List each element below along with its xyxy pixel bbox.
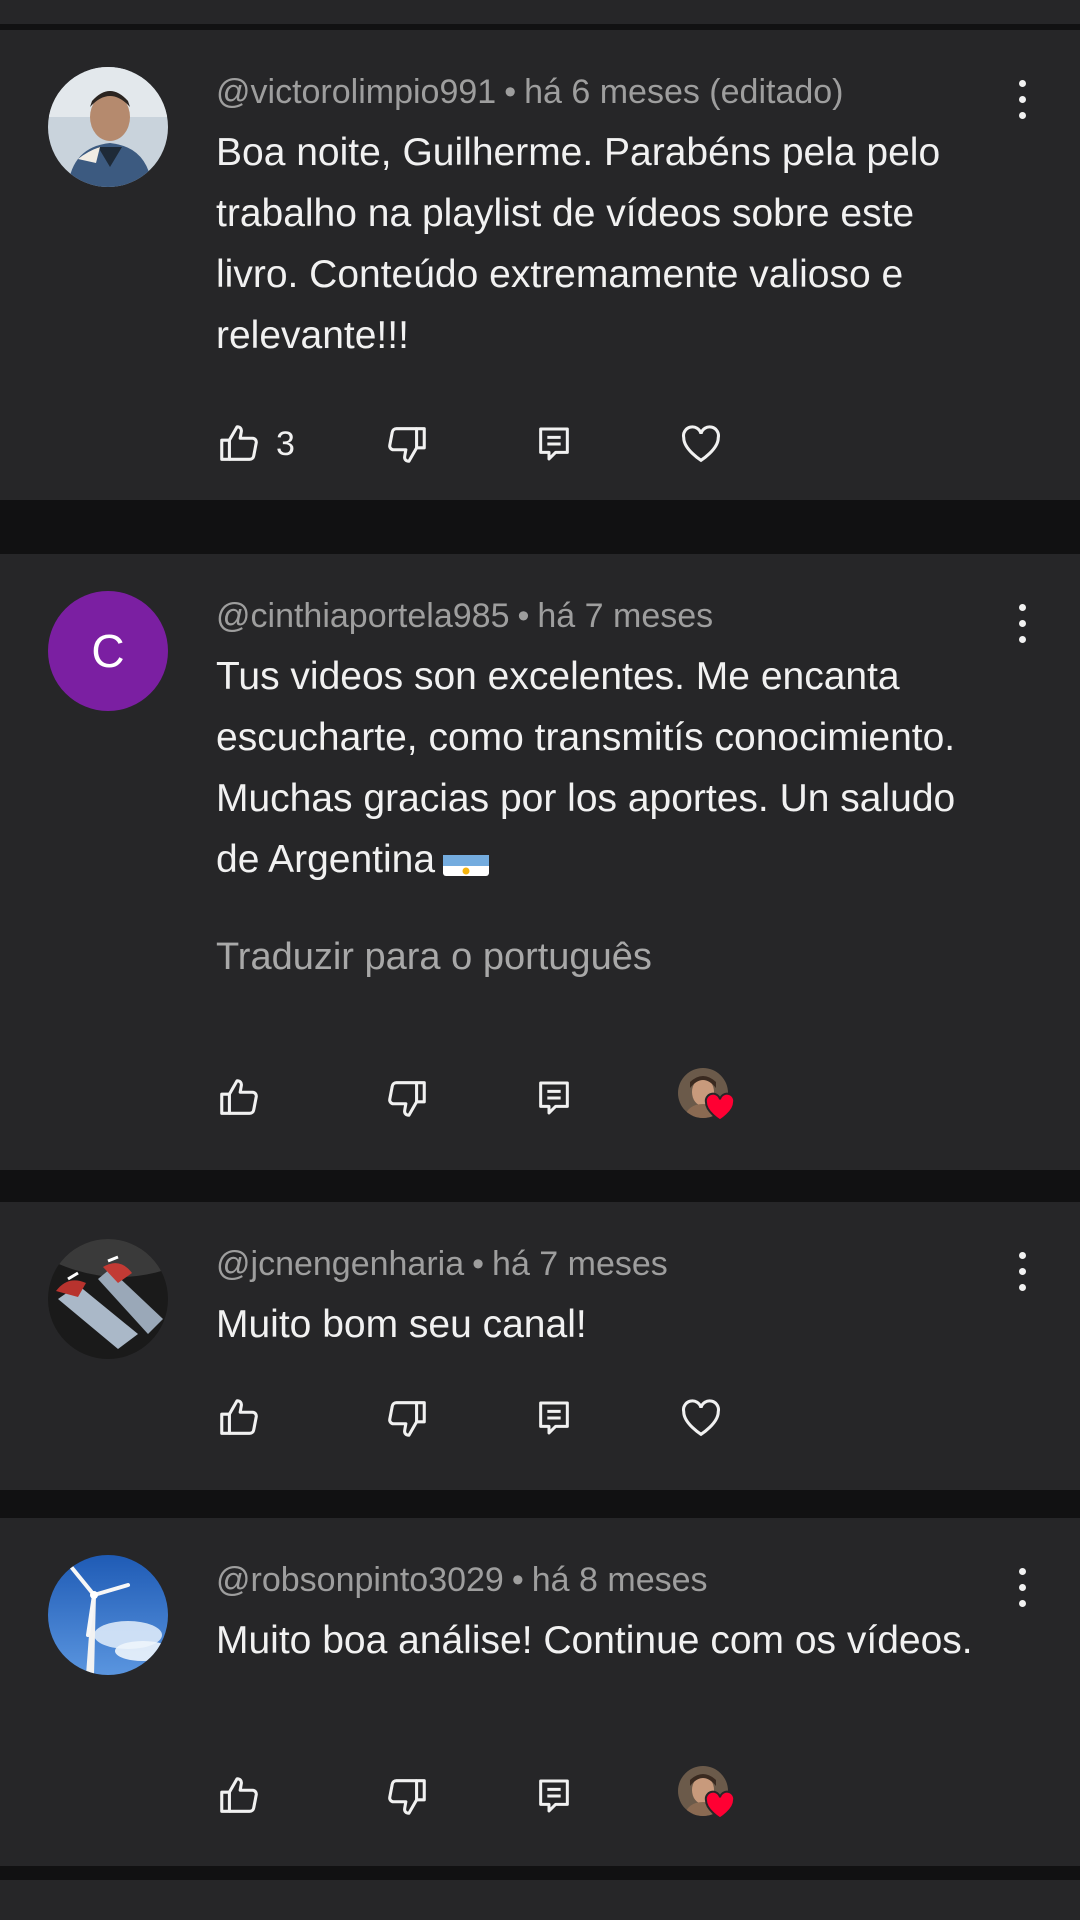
like-button[interactable] <box>216 1388 262 1448</box>
red-heart-icon <box>704 1092 736 1122</box>
author-handle[interactable]: @cinthiaportela985 <box>216 597 509 635</box>
avatar[interactable] <box>48 67 168 187</box>
reply-comment-icon <box>534 1078 574 1118</box>
like-button[interactable]: 3 <box>216 414 295 474</box>
author-handle[interactable]: @victorolimpio991 <box>216 73 496 111</box>
thumbs-down-icon <box>384 1773 430 1819</box>
thumbs-up-icon <box>216 421 262 467</box>
comment-time: há 7 meses <box>537 597 714 635</box>
heart-button[interactable] <box>678 1388 724 1448</box>
reply-button[interactable] <box>534 1388 574 1448</box>
comment-meta: @jcnengenharia • há 7 meses <box>216 1242 960 1286</box>
comment-meta: @robsonpinto3029 • há 8 meses <box>216 1558 960 1602</box>
comment-text: Boa noite, Guilherme. Parabéns pela pelo… <box>216 131 941 357</box>
more-options-icon[interactable] <box>1012 1246 1032 1296</box>
more-options-icon[interactable] <box>1012 1562 1032 1612</box>
reply-comment-icon <box>534 1398 574 1438</box>
separator-dot: • <box>517 597 530 635</box>
creator-heart-icon <box>678 1068 738 1128</box>
dislike-button[interactable] <box>384 1388 430 1448</box>
creator-heart-button[interactable] <box>678 1068 738 1128</box>
argentina-flag-emoji <box>443 844 490 876</box>
comment-card: @robsonpinto3029 • há 8 meses Muito boa an… <box>0 1518 1080 1866</box>
comment-text-content: Tus videos son excelentes. Me encanta es… <box>216 655 956 881</box>
dislike-button[interactable] <box>384 1068 430 1128</box>
reply-button[interactable] <box>534 1068 574 1128</box>
thumbs-up-icon <box>216 1395 262 1441</box>
thumbs-up-icon <box>216 1075 262 1121</box>
avatar[interactable] <box>48 1239 168 1359</box>
thumbs-down-icon <box>384 421 430 467</box>
avatar-letter: C <box>91 625 125 677</box>
heart-button[interactable] <box>678 414 724 474</box>
more-options-icon[interactable] <box>1012 598 1032 648</box>
thumbs-up-icon <box>216 1773 262 1819</box>
comment-meta: @victorolimpio991 • há 6 meses (editado) <box>216 70 960 114</box>
separator-dot: • <box>504 73 517 111</box>
thumbs-down-icon <box>384 1075 430 1121</box>
comment-card-partial <box>0 1880 1080 1920</box>
creator-heart-button[interactable] <box>678 1766 738 1826</box>
comment-time: há 8 meses <box>531 1561 708 1599</box>
reply-button[interactable] <box>534 1766 574 1826</box>
separator-dot: • <box>511 1561 524 1599</box>
avatar[interactable]: C <box>48 591 168 711</box>
red-heart-icon <box>704 1790 736 1820</box>
comment-text: Tus videos son excelentes. Me encanta es… <box>216 646 1000 890</box>
like-count: 3 <box>276 424 295 463</box>
comment-card: @victorolimpio991 • há 6 meses (editado) B… <box>0 30 1080 500</box>
author-handle[interactable]: @robsonpinto3029 <box>216 1561 504 1599</box>
heart-outline-icon <box>678 421 724 467</box>
dislike-button[interactable] <box>384 414 430 474</box>
comment-card: C @cinthiaportela985 • há 7 meses Tus vide… <box>0 554 1080 1170</box>
reply-comment-icon <box>534 424 574 464</box>
reply-comment-icon <box>534 1776 574 1816</box>
translate-link[interactable]: Traduzir para o português <box>216 932 652 982</box>
separator-dot: • <box>472 1245 485 1283</box>
comment-text: Muito boa análise! Continue com os vídeo… <box>216 1619 973 1662</box>
reply-button[interactable] <box>534 414 574 474</box>
thumbs-down-icon <box>384 1395 430 1441</box>
like-button[interactable] <box>216 1068 262 1128</box>
comment-card-partial-top <box>0 0 1080 24</box>
comment-text: Muito bom seu canal! <box>216 1303 587 1346</box>
comment-time: há 7 meses <box>492 1245 668 1283</box>
creator-heart-icon <box>678 1766 738 1826</box>
comments-page: @victorolimpio991 • há 6 meses (editado) B… <box>0 0 1080 1920</box>
avatar[interactable] <box>48 1555 168 1675</box>
comment-meta: @cinthiaportela985 • há 7 meses <box>216 594 960 638</box>
comment-time: há 6 meses (editado) <box>524 73 844 111</box>
author-handle[interactable]: @jcnengenharia <box>216 1245 464 1283</box>
heart-outline-icon <box>678 1395 724 1441</box>
like-button[interactable] <box>216 1766 262 1826</box>
dislike-button[interactable] <box>384 1766 430 1826</box>
more-options-icon[interactable] <box>1012 74 1032 124</box>
comment-card: @jcnengenharia • há 7 meses Muito bom seu … <box>0 1202 1080 1490</box>
